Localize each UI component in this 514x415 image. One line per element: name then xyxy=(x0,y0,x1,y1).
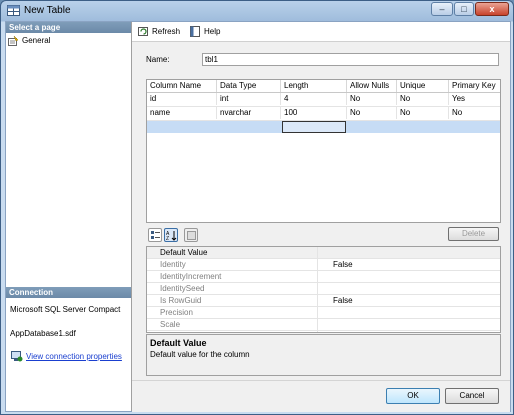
property-category[interactable]: Default Value xyxy=(147,247,500,259)
cell-length-editor[interactable] xyxy=(282,121,346,133)
header-data-type: Data Type xyxy=(217,80,281,92)
property-name: IdentityIncrement xyxy=(160,272,222,281)
property-row[interactable]: Identity False xyxy=(147,259,500,271)
select-page-header: Select a page xyxy=(6,22,131,33)
description-text: Default value for the column xyxy=(150,350,250,359)
connection-header: Connection xyxy=(6,287,131,298)
cell-allow-nulls[interactable]: No xyxy=(347,107,397,119)
header-primary-key: Primary Key xyxy=(452,81,496,90)
dialog-button-bar: OK Cancel xyxy=(132,380,510,412)
new-table-dialog: New Table – □ x Select a page General Co… xyxy=(0,0,514,415)
cell-column-name[interactable]: name xyxy=(147,107,217,119)
header-unique: Unique xyxy=(397,80,449,92)
property-row[interactable]: IdentitySeed xyxy=(147,283,500,295)
property-pages-icon xyxy=(187,231,196,240)
cell-unique[interactable]: No xyxy=(397,107,449,119)
header-column-name: Column Name xyxy=(147,80,217,92)
cell-primary-key[interactable]: Yes xyxy=(449,93,500,105)
toolbar: Refresh Help xyxy=(132,22,510,42)
property-name: Identity xyxy=(160,260,186,269)
cell-unique[interactable]: No xyxy=(397,93,449,105)
right-pane: Refresh Help Name: tbl1 Column Name Data… xyxy=(132,22,510,412)
window-title: New Table xyxy=(24,5,71,16)
new-row-selected[interactable] xyxy=(147,121,500,133)
cell-length[interactable]: 4 xyxy=(281,93,347,105)
title-bar[interactable]: New Table – □ x xyxy=(1,1,513,21)
property-name: Scale xyxy=(160,320,181,329)
header-allow-nulls: Allow Nulls xyxy=(347,80,397,92)
property-category-label: Default Value xyxy=(160,248,208,257)
property-row[interactable]: IdentityIncrement xyxy=(147,271,500,283)
connection-server: Microsoft SQL Server Compact xyxy=(10,305,121,314)
ok-button[interactable]: OK xyxy=(386,388,440,404)
refresh-icon xyxy=(138,27,148,36)
cell-allow-nulls[interactable]: No xyxy=(347,93,397,105)
page-properties-icon xyxy=(8,36,19,46)
property-name: Precision xyxy=(160,308,193,317)
property-row[interactable]: Is RowGuid False xyxy=(147,295,500,307)
view-connection-properties-link[interactable]: View connection properties xyxy=(26,352,122,361)
property-value[interactable]: False xyxy=(333,295,353,306)
grid-header-row: Column Name Data Type Length Allow Nulls… xyxy=(147,80,500,93)
property-value[interactable]: False xyxy=(333,259,353,270)
table-row[interactable]: id int 4 No No Yes xyxy=(147,93,500,107)
property-row[interactable]: Scale xyxy=(147,319,500,331)
property-grid[interactable]: Default Value Identity False IdentityInc… xyxy=(146,246,501,333)
property-description: Default Value Default value for the colu… xyxy=(146,334,501,376)
property-name: IdentitySeed xyxy=(160,284,205,293)
page-item-label: General xyxy=(22,36,51,45)
table-row[interactable]: name nvarchar 100 No No No xyxy=(147,107,500,121)
cell-column-name[interactable]: id xyxy=(147,93,217,105)
help-book-icon xyxy=(190,26,200,37)
connection-database: AppDatabase1.sdf xyxy=(10,329,76,338)
dialog-body: Select a page General Connection Microso… xyxy=(5,21,511,412)
close-button[interactable]: x xyxy=(475,2,509,16)
description-title: Default Value xyxy=(150,338,207,348)
delete-button[interactable]: Delete xyxy=(448,227,499,241)
help-label: Help xyxy=(204,27,221,36)
refresh-button[interactable]: Refresh xyxy=(138,25,186,38)
cell-length[interactable]: 100 xyxy=(281,107,347,119)
name-input[interactable]: tbl1 xyxy=(202,53,499,66)
cancel-button[interactable]: Cancel xyxy=(445,388,499,404)
property-row[interactable]: Precision xyxy=(147,307,500,319)
columns-grid[interactable]: Column Name Data Type Length Allow Nulls… xyxy=(146,79,501,223)
maximize-button[interactable]: □ xyxy=(454,2,474,16)
connection-properties-icon xyxy=(11,351,23,362)
alphabetical-sort-icon: A Z xyxy=(166,231,177,241)
minimize-button[interactable]: – xyxy=(431,2,453,16)
cell-primary-key[interactable]: No xyxy=(449,107,500,119)
alphabetical-button[interactable]: A Z xyxy=(164,228,178,242)
name-label: Name: xyxy=(146,55,170,64)
left-pane: Select a page General Connection Microso… xyxy=(6,22,132,411)
table-icon xyxy=(7,5,20,16)
property-grid-divider[interactable] xyxy=(317,247,318,332)
cell-data-type[interactable]: nvarchar xyxy=(217,107,281,119)
categorized-button[interactable] xyxy=(148,228,162,242)
refresh-label: Refresh xyxy=(152,27,181,36)
categorized-icon xyxy=(151,231,160,239)
svg-text:Z: Z xyxy=(166,236,169,241)
property-name: Is RowGuid xyxy=(160,296,202,305)
help-button[interactable]: Help xyxy=(190,25,224,38)
header-length: Length xyxy=(281,80,347,92)
property-pages-button[interactable] xyxy=(184,228,198,242)
cell-data-type[interactable]: int xyxy=(217,93,281,105)
